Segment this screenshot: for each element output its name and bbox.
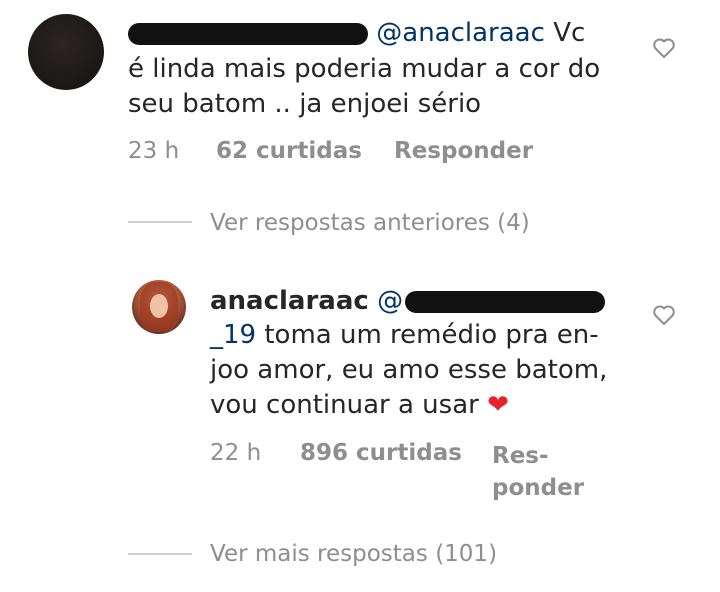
- redacted-username: [405, 290, 606, 313]
- comment-1-line-3: seu batom .. ja enjoei sério: [128, 89, 482, 119]
- reply-1-username[interactable]: anaclaraac: [210, 286, 369, 316]
- reply-1-reply-button[interactable]: Res- ponder: [492, 440, 584, 504]
- like-heart-icon[interactable]: [652, 37, 676, 59]
- avatar-commenter[interactable]: [28, 14, 104, 90]
- comment-1-likes[interactable]: 62 curtidas: [216, 138, 362, 164]
- view-previous-replies[interactable]: Ver respostas anteriores (4): [210, 210, 530, 236]
- reply-1-likes[interactable]: 896 curtidas: [300, 440, 462, 466]
- reply-1-line-4: vou continuar a usar ❤: [210, 390, 509, 420]
- reply-1-line-1: anaclaraac @: [210, 284, 606, 318]
- redacted-username[interactable]: [128, 22, 368, 45]
- comment-1-text-start: Vc: [553, 18, 586, 48]
- reply-1-text: toma um remédio pra en-: [264, 320, 599, 350]
- comment-1-time: 23 h: [128, 138, 180, 164]
- reply-1-time: 22 h: [210, 440, 262, 466]
- mention-link[interactable]: @: [377, 286, 606, 316]
- divider-line: [128, 221, 192, 223]
- reply-1-line-2: _19 toma um remédio pra en-: [210, 318, 599, 352]
- like-heart-icon[interactable]: [652, 304, 676, 326]
- comment-1-line-1: @anaclaraac Vc: [128, 16, 585, 50]
- reply-1-line-3: joo amor, eu amo esse batom,: [210, 355, 608, 385]
- heart-emoji-icon: ❤: [487, 390, 509, 420]
- avatar-anaclaraac[interactable]: [132, 280, 186, 334]
- comment-1-reply-button[interactable]: Responder: [394, 138, 533, 164]
- divider-line: [128, 553, 192, 555]
- mention-link-end[interactable]: _19: [210, 320, 256, 350]
- view-more-replies[interactable]: Ver mais respostas (101): [210, 541, 497, 567]
- comment-1-line-2: é linda mais poderia mudar a cor do: [128, 54, 601, 84]
- mention-link[interactable]: @anaclaraac: [376, 18, 545, 48]
